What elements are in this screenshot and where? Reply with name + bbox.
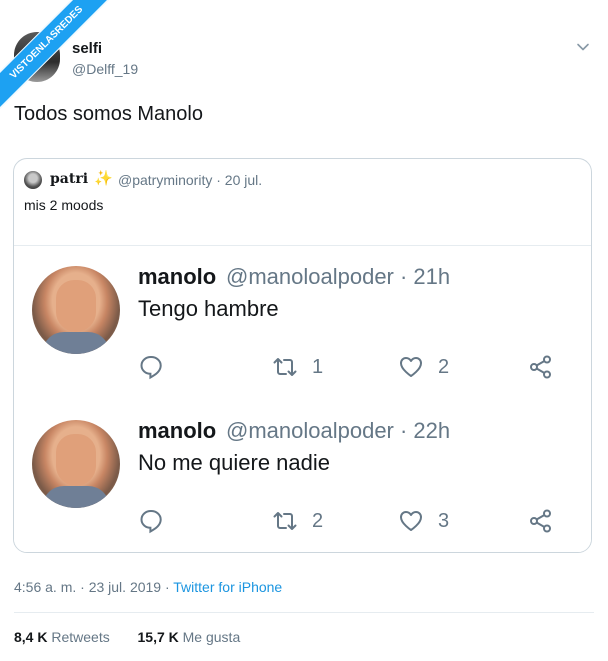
likes-label[interactable]: Me gusta xyxy=(183,629,241,645)
embedded-handle-time: @manoloalpoder · 22h xyxy=(226,418,451,443)
quoted-tweet-text: mis 2 moods xyxy=(24,197,104,213)
like-action: 2 xyxy=(398,354,449,380)
reply-action xyxy=(138,508,164,534)
embedded-tweet: manolo @manoloalpoder · 22h No me quiere… xyxy=(14,400,591,552)
quoted-author-name: patri xyxy=(50,171,89,187)
retweet-action: 1 xyxy=(272,354,323,380)
embedded-tweet-text: No me quiere nadie xyxy=(138,450,331,475)
tweet-stats: 8,4 K Retweets 15,7 K Me gusta xyxy=(14,629,240,645)
embedded-tweet-text: Tengo hambre xyxy=(138,296,279,321)
like-icon xyxy=(400,511,422,531)
quoted-author-meta: @patryminority · 20 jul. xyxy=(118,172,263,188)
retweet-count: 2 xyxy=(312,509,324,532)
like-count: 3 xyxy=(438,509,450,532)
share-icon xyxy=(530,355,551,379)
retweet-icon xyxy=(273,358,297,376)
retweet-action: 2 xyxy=(272,508,323,534)
embedded-author-name: manolo xyxy=(138,418,217,443)
embedded-handle-time: @manoloalpoder · 21h xyxy=(226,264,451,289)
avatar xyxy=(32,420,120,508)
watermark-banner: VISTOENLASREDES xyxy=(0,0,120,120)
share-action xyxy=(528,508,554,534)
quoted-author-avatar xyxy=(24,171,42,189)
like-count: 2 xyxy=(438,355,450,378)
reply-icon xyxy=(140,355,162,380)
quoted-tweet[interactable]: patri ✨ @patryminority · 20 jul. mis 2 m… xyxy=(13,158,592,553)
embedded-tweet: manolo @manoloalpoder · 21h Tengo hambre… xyxy=(14,245,591,401)
reply-icon xyxy=(140,509,162,534)
retweet-count: 1 xyxy=(312,355,324,378)
divider xyxy=(14,612,594,613)
embedded-author-name: manolo xyxy=(138,264,217,289)
likes-count[interactable]: 15,7 K xyxy=(138,629,179,645)
share-action xyxy=(528,354,554,380)
share-icon xyxy=(530,509,551,533)
watermark-text: VISTOENLASREDES xyxy=(0,0,117,113)
like-action: 3 xyxy=(398,508,449,534)
tweet-view: VISTOENLASREDES selfi @Delff_19 Todos so… xyxy=(0,0,608,661)
reply-action xyxy=(138,354,164,380)
retweets-label[interactable]: Retweets xyxy=(51,629,109,645)
like-icon xyxy=(400,357,422,377)
avatar xyxy=(32,266,120,354)
retweet-icon xyxy=(273,512,297,530)
chevron-down-icon[interactable] xyxy=(576,40,590,54)
retweets-count[interactable]: 8,4 K xyxy=(14,629,47,645)
sparkle-emoji: ✨ xyxy=(94,170,113,187)
tweet-timestamp: 4:56 a. m. · 23 jul. 2019 · Twitter for … xyxy=(14,579,282,595)
source-link[interactable]: Twitter for iPhone xyxy=(173,579,282,595)
timestamp-text: 4:56 a. m. · 23 jul. 2019 · xyxy=(14,579,174,595)
